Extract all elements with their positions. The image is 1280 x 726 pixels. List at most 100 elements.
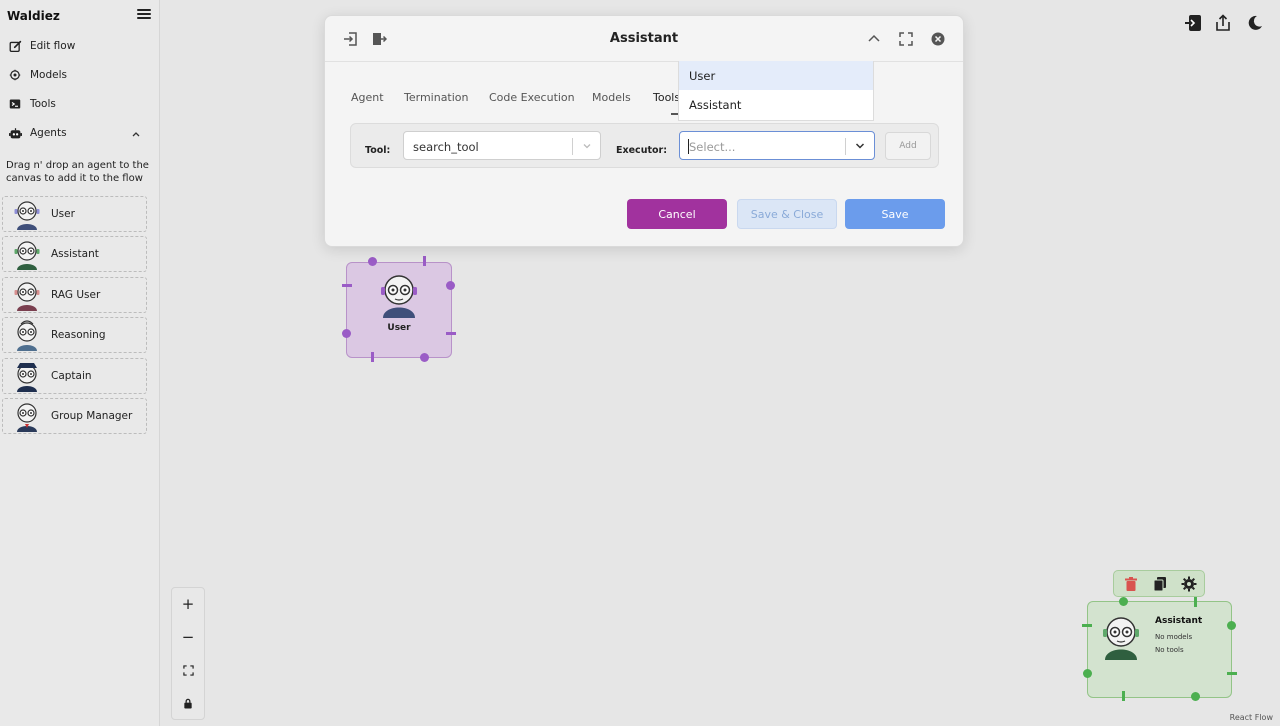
agent-card-user[interactable]: User (2, 196, 147, 232)
import-flow-icon[interactable] (1184, 14, 1202, 32)
user-node-handle-right-top[interactable] (446, 281, 455, 290)
agent-card-label: RAG User (51, 289, 101, 301)
user-node-handle-left-bottom[interactable] (342, 329, 351, 338)
lock-button[interactable] (172, 687, 204, 719)
tool-select-value: search_tool (413, 140, 479, 154)
tab-tools[interactable]: Tools (653, 91, 680, 104)
sidebar-item-edit-flow[interactable]: Edit flow (8, 35, 75, 57)
zoom-out-button[interactable]: − (172, 621, 204, 653)
executor-option-user[interactable]: User (679, 61, 873, 90)
delete-icon[interactable] (1123, 576, 1139, 592)
cancel-button[interactable]: Cancel (627, 199, 727, 229)
agent-card-label: Assistant (51, 248, 99, 260)
agent-card-assistant[interactable]: Assistant (2, 236, 147, 272)
add-tool-button[interactable]: Add (885, 132, 931, 160)
chevron-down-icon (855, 143, 865, 149)
tool-select[interactable]: search_tool (403, 131, 601, 160)
fit-view-button[interactable] (172, 654, 204, 686)
agent-card-captain[interactable]: Captain (2, 358, 147, 394)
captain-agent-avatar-icon (17, 363, 37, 392)
user-node-avatar-icon (381, 275, 417, 318)
user-node-handle-left-top[interactable] (342, 284, 352, 287)
agent-modal: Assistant Agent Termination Code Executi… (324, 15, 964, 247)
assistant-node-name: Assistant (1155, 616, 1203, 626)
executor-label: Executor: (616, 145, 668, 156)
models-icon (8, 68, 22, 82)
assistant-node-models: No models (1155, 633, 1193, 641)
user-node-handle-top-left[interactable] (368, 257, 377, 266)
assistant-node-handle-bottom-right[interactable] (1191, 692, 1200, 701)
agents-help-text: Drag n' drop an agent to the canvas to a… (6, 160, 149, 184)
rag-user-agent-avatar-icon (14, 282, 40, 311)
assistant-node-handle-right-top[interactable] (1227, 621, 1236, 630)
reasoning-agent-avatar-icon (17, 320, 37, 351)
agent-card-label: Reasoning (51, 329, 106, 341)
group-manager-agent-avatar-icon (17, 403, 37, 432)
terminal-icon (8, 97, 22, 111)
user-node-label: User (387, 323, 411, 333)
tools-panel: Tool: search_tool Executor: Select... Ad… (350, 123, 939, 168)
save-button[interactable]: Save (845, 199, 945, 229)
agent-card-rag-user[interactable]: RAG User (2, 277, 147, 313)
user-node[interactable]: User (346, 262, 452, 358)
menu-icon[interactable] (137, 7, 151, 21)
fit-view-icon (182, 664, 194, 676)
sidebar-item-tools[interactable]: Tools (8, 93, 56, 115)
text-caret (688, 139, 689, 154)
executor-option-assistant[interactable]: Assistant (679, 90, 873, 119)
assistant-node-handle-left-bottom[interactable] (1083, 669, 1092, 678)
zoom-in-button[interactable]: + (172, 588, 204, 620)
export-flow-icon[interactable] (1214, 14, 1232, 32)
copy-icon[interactable] (1152, 576, 1168, 592)
gear-icon[interactable] (1181, 576, 1197, 592)
executor-dropdown-menu: User Assistant (678, 61, 874, 121)
assistant-node-handle-top-right[interactable] (1194, 597, 1197, 607)
robot-icon (8, 126, 22, 140)
modal-header: Assistant (325, 16, 963, 62)
agent-card-label: Captain (51, 370, 92, 382)
tab-code-execution[interactable]: Code Execution (489, 91, 575, 104)
sidebar: Waldiez Edit flow Models Tools Agents Dr… (0, 0, 160, 726)
assistant-node-toolbar (1113, 570, 1205, 597)
sidebar-item-models[interactable]: Models (8, 64, 67, 86)
assistant-node-handle-bottom-left[interactable] (1122, 691, 1125, 701)
sidebar-item-agents[interactable]: Agents (8, 122, 67, 144)
agent-card-group-manager[interactable]: Group Manager (2, 398, 147, 434)
tool-label: Tool: (365, 145, 391, 156)
assistant-agent-avatar-icon (14, 241, 40, 270)
assistant-node-handle-right-bottom[interactable] (1227, 672, 1237, 675)
tab-models[interactable]: Models (592, 91, 631, 104)
edit-icon (8, 39, 22, 53)
assistant-node-avatar-icon (1103, 617, 1139, 660)
assistant-node[interactable]: Assistant No models No tools (1087, 601, 1232, 698)
fullscreen-icon[interactable] (898, 31, 914, 47)
sidebar-item-label: Agents (30, 127, 67, 139)
save-close-button[interactable]: Save & Close (737, 199, 837, 229)
tab-agent[interactable]: Agent (351, 91, 384, 104)
user-node-handle-top-right[interactable] (423, 256, 426, 266)
user-agent-avatar-icon (14, 201, 40, 230)
user-node-handle-bottom-left[interactable] (371, 352, 374, 362)
sidebar-item-label: Models (30, 69, 67, 81)
close-icon[interactable] (930, 31, 946, 47)
sidebar-item-label: Tools (30, 98, 56, 110)
sidebar-item-label: Edit flow (30, 40, 76, 52)
app-title: Waldiez (7, 9, 60, 23)
assistant-node-handle-top-left[interactable] (1119, 597, 1128, 606)
agent-card-label: User (51, 208, 75, 220)
assistant-node-tools: No tools (1155, 646, 1184, 654)
chevron-up-icon[interactable] (866, 31, 882, 47)
lock-icon (184, 698, 192, 709)
user-node-handle-right-bottom[interactable] (446, 332, 456, 335)
tab-termination[interactable]: Termination (404, 91, 469, 104)
user-node-handle-bottom-right[interactable] (420, 353, 429, 362)
zoom-controls: + − (171, 587, 205, 720)
executor-select[interactable]: Select... (679, 131, 875, 160)
react-flow-attribution[interactable]: React Flow (1230, 713, 1273, 722)
chevron-up-icon[interactable] (131, 129, 141, 139)
assistant-node-handle-left-top[interactable] (1082, 624, 1092, 627)
agent-card-reasoning[interactable]: Reasoning (2, 317, 147, 353)
executor-select-placeholder: Select... (689, 140, 736, 154)
chevron-down-icon (583, 144, 591, 149)
dark-mode-icon[interactable] (1246, 14, 1264, 32)
